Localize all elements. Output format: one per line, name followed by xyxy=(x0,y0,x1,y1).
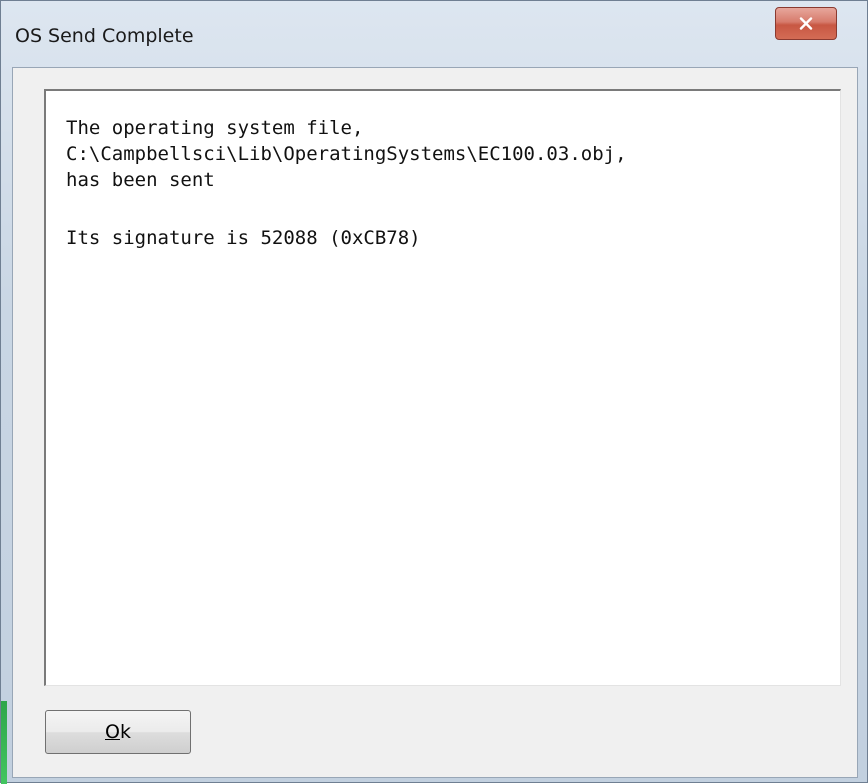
signature-line: Its signature is 52088 (0xCB78) xyxy=(66,227,421,249)
dialog-client-area: The operating system file, C:\Campbellsc… xyxy=(12,67,858,778)
dialog-window: OS Send Complete The operating system fi… xyxy=(0,0,868,784)
window-edge-decoration xyxy=(1,701,7,784)
message-line-2: C:\Campbellsci\Lib\OperatingSystems\EC10… xyxy=(66,143,627,165)
title-bar[interactable]: OS Send Complete xyxy=(1,1,867,67)
message-spacer xyxy=(66,193,820,225)
message-line-3: has been sent xyxy=(66,169,215,191)
message-text-area[interactable]: The operating system file, C:\Campbellsc… xyxy=(44,89,841,686)
ok-button-mnemonic: O xyxy=(105,721,120,743)
ok-button[interactable]: Ok xyxy=(45,710,191,754)
message-line-1: The operating system file, xyxy=(66,117,364,139)
window-title: OS Send Complete xyxy=(15,25,194,47)
close-x-icon xyxy=(799,17,813,30)
ok-button-label-rest: k xyxy=(119,721,131,743)
close-button[interactable] xyxy=(775,7,837,40)
